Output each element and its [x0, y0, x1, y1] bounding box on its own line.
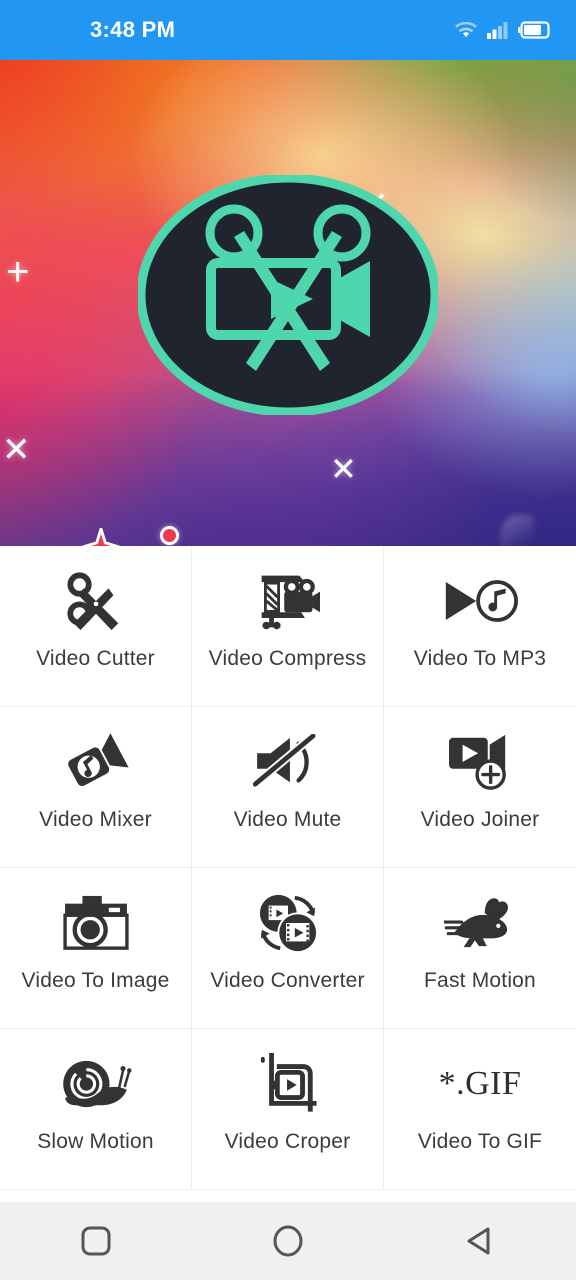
wifi-icon: [455, 21, 477, 38]
crop-play-icon: [256, 1052, 320, 1116]
triangle-left-icon: [467, 1227, 490, 1255]
tool-item-video-mute[interactable]: Video Mute: [192, 707, 384, 868]
tool-label: Video Cutter: [36, 647, 155, 670]
tool-label: Fast Motion: [424, 969, 536, 992]
plus-sparkle-icon: +: [6, 250, 30, 294]
tool-label: Video Joiner: [420, 808, 540, 831]
video-editor-app-logo: [138, 175, 438, 415]
tool-label: Video To MP3: [413, 647, 547, 670]
snail-icon: [59, 1052, 133, 1116]
scissors-icon: [65, 569, 127, 633]
tool-label: Video Mixer: [39, 808, 152, 831]
video-camera-plus-icon: [447, 730, 513, 794]
tool-label: Video Mute: [233, 808, 342, 831]
four-point-star-sparkle-icon: [82, 528, 120, 546]
tool-label: Video Converter: [210, 969, 365, 992]
battery-icon: [518, 21, 550, 39]
status-bar-clock: 3:48 PM: [90, 17, 176, 42]
square-icon: [81, 1226, 111, 1256]
status-bar-icons: [454, 0, 552, 60]
tool-label: Video To GIF: [417, 1130, 543, 1153]
tool-item-video-to-mp3[interactable]: Video To MP3: [384, 546, 576, 707]
light-streak-decoration: [500, 515, 534, 546]
tool-item-video-joiner[interactable]: Video Joiner: [384, 707, 576, 868]
hero-banner: + ✕ ✕ ✕: [0, 60, 576, 546]
tool-grid: Video Cutter Video Compress Video To MP3…: [0, 546, 576, 1201]
tool-item-video-converter[interactable]: Video Converter: [192, 868, 384, 1029]
tool-item-video-croper[interactable]: Video Croper: [192, 1029, 384, 1190]
back-button[interactable]: [435, 1202, 525, 1280]
tool-item-video-cutter[interactable]: Video Cutter: [0, 546, 192, 707]
tool-item-video-to-image[interactable]: Video To Image: [0, 868, 192, 1029]
gif-text-icon: *.GIF: [439, 1052, 522, 1116]
tool-item-fast-motion[interactable]: Fast Motion: [384, 868, 576, 1029]
tool-item-video-mixer[interactable]: Video Mixer: [0, 707, 192, 868]
tool-item-video-compress[interactable]: Video Compress: [192, 546, 384, 707]
play-music-note-icon: [442, 569, 518, 633]
rabbit-icon: [444, 891, 516, 955]
tool-label: Slow Motion: [37, 1130, 154, 1153]
gif-icon-text: *.GIF: [438, 1065, 522, 1102]
cross-sparkle-left-icon: ✕: [2, 431, 31, 469]
photo-camera-icon: [62, 891, 129, 955]
tool-label: Video To Image: [21, 969, 170, 992]
convert-circles-icon: [255, 891, 321, 955]
red-ring-dot-icon: [160, 526, 179, 545]
tool-item-slow-motion[interactable]: Slow Motion: [0, 1029, 192, 1190]
cellular-signal-icon: [487, 22, 508, 39]
tool-label: Video Croper: [224, 1130, 351, 1153]
tool-item-video-to-gif[interactable]: *.GIF Video To GIF: [384, 1029, 576, 1190]
recents-button[interactable]: [51, 1202, 141, 1280]
status-bar: 3:48 PM: [0, 0, 576, 60]
cross-sparkle-bottom-icon: ✕: [330, 451, 357, 487]
android-navigation-bar: [0, 1202, 576, 1280]
home-button[interactable]: [243, 1202, 333, 1280]
circle-icon: [273, 1225, 303, 1257]
video-music-mixer-icon: [63, 730, 129, 794]
video-compress-icon: [256, 569, 320, 633]
speaker-mute-icon: [252, 730, 323, 794]
tool-label: Video Compress: [208, 647, 367, 670]
